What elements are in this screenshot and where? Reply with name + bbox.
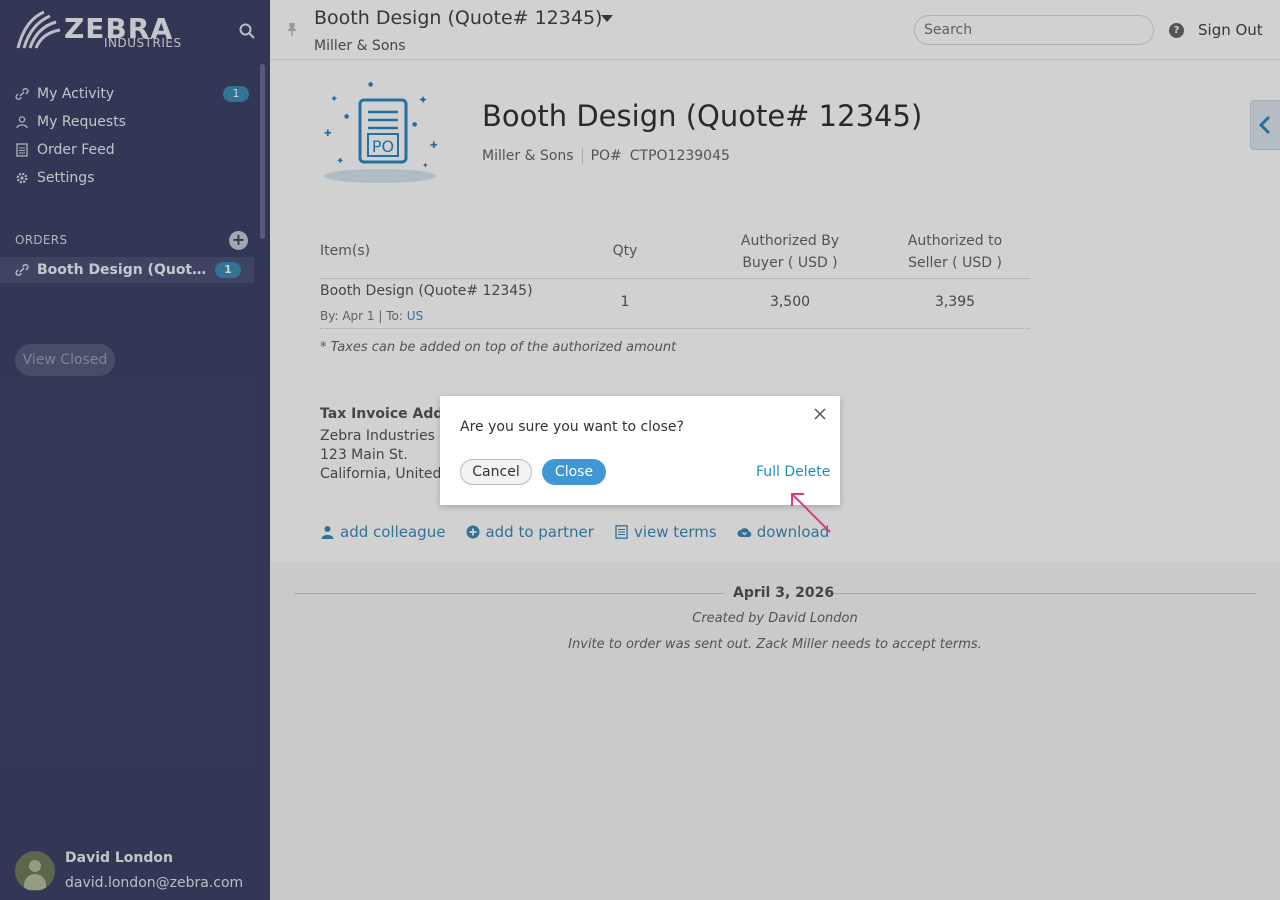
full-delete-link[interactable]: Full Delete xyxy=(756,464,830,480)
close-confirmation-dialog: Are you sure you want to close? Cancel C… xyxy=(440,396,840,505)
cancel-button[interactable]: Cancel xyxy=(460,459,532,485)
close-button[interactable]: Close xyxy=(542,459,606,485)
close-icon[interactable] xyxy=(812,406,828,422)
annotation-arrow-icon xyxy=(791,493,831,533)
dialog-message: Are you sure you want to close? xyxy=(460,419,684,435)
